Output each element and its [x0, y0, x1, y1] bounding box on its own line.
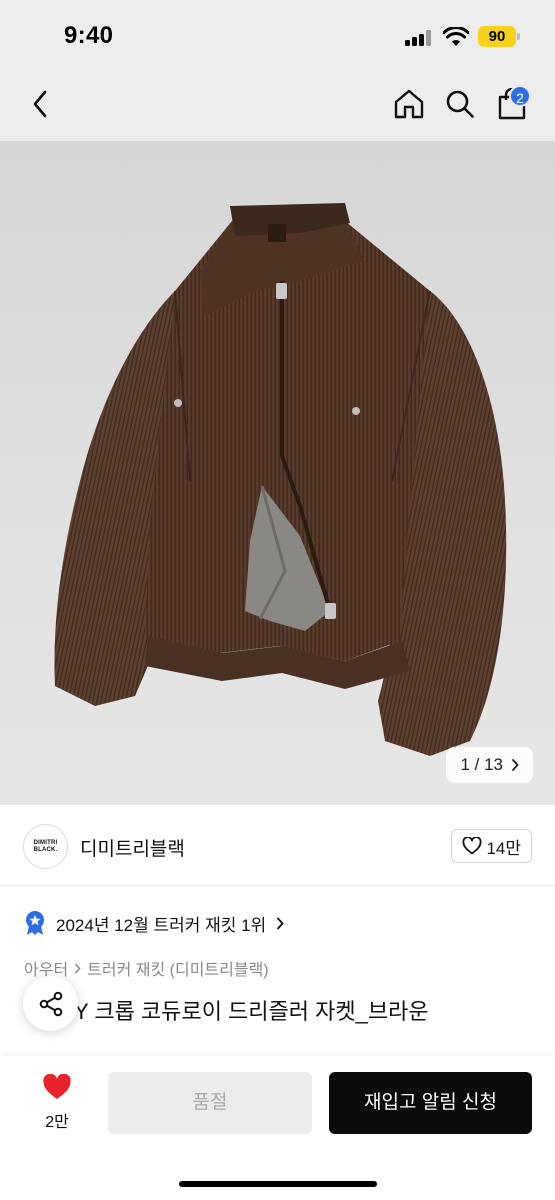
brand-row: DIMITRI BLACK. 디미트리블랙 14만 [0, 806, 555, 886]
brand-logo-line2: BLACK. [33, 846, 58, 853]
brand-like-count: 14만 [486, 838, 521, 858]
brand-logo[interactable]: DIMITRI BLACK. [23, 824, 68, 869]
chevron-left-icon [33, 90, 47, 118]
soldout-button: 품절 [108, 1072, 312, 1134]
heart-outline-icon [462, 837, 482, 855]
ranking-badge-icon [26, 911, 44, 935]
chevron-right-icon [75, 963, 81, 973]
wish-count: 2만 [45, 1114, 69, 1131]
status-bar: 9:40 90 [0, 0, 555, 70]
home-indicator [179, 1181, 377, 1187]
bottom-action-bar: 2만 품절 재입고 알림 신청 [0, 1056, 555, 1200]
ranking-link[interactable]: 2024년 12월 트러커 재킷 1위 [24, 908, 284, 938]
breadcrumb-subcategory[interactable]: 트러커 재킷 (디미트리블랙) [87, 956, 268, 980]
search-icon [446, 90, 474, 118]
ranking-text: 2024년 12월 트러커 재킷 1위 [56, 915, 267, 935]
cart-count-badge: 2 [509, 85, 531, 107]
cellular-signal-icon [405, 30, 433, 46]
share-button[interactable] [23, 976, 78, 1031]
brand-logo-line1: DIMITRI [33, 839, 58, 846]
image-counter-text: 1 / 13 [460, 755, 503, 774]
top-nav-bar [0, 70, 555, 141]
image-counter[interactable]: 1 / 13 [446, 747, 533, 783]
breadcrumb: 아우터 트러커 재킷 (디미트리블랙) [24, 956, 269, 980]
home-button[interactable] [389, 84, 429, 124]
home-icon [394, 89, 424, 119]
battery-tip [517, 33, 520, 40]
search-button[interactable] [440, 84, 480, 124]
chevron-right-icon [277, 917, 284, 929]
heart-filled-icon [43, 1073, 71, 1099]
back-button[interactable] [20, 84, 60, 124]
brand-name[interactable]: 디미트리블랙 [80, 834, 185, 861]
wish-button[interactable]: 2만 [24, 1073, 90, 1132]
wifi-icon [443, 27, 469, 46]
product-image-carousel[interactable]: 1 / 13 [0, 141, 555, 805]
brand-like-button[interactable]: 14만 [451, 829, 532, 863]
restock-alert-button[interactable]: 재입고 알림 신청 [329, 1072, 532, 1134]
chevron-right-icon [512, 759, 519, 771]
share-icon [39, 991, 62, 1016]
status-time: 9:40 [64, 22, 114, 49]
battery-indicator: 90 [478, 26, 516, 47]
product-photo [54, 203, 507, 756]
product-title: Y 크롭 코듀로이 드리즐러 자켓_브라운 [24, 994, 429, 1026]
product-title-text: Y 크롭 코듀로이 드리즐러 자켓_브라운 [74, 999, 429, 1024]
